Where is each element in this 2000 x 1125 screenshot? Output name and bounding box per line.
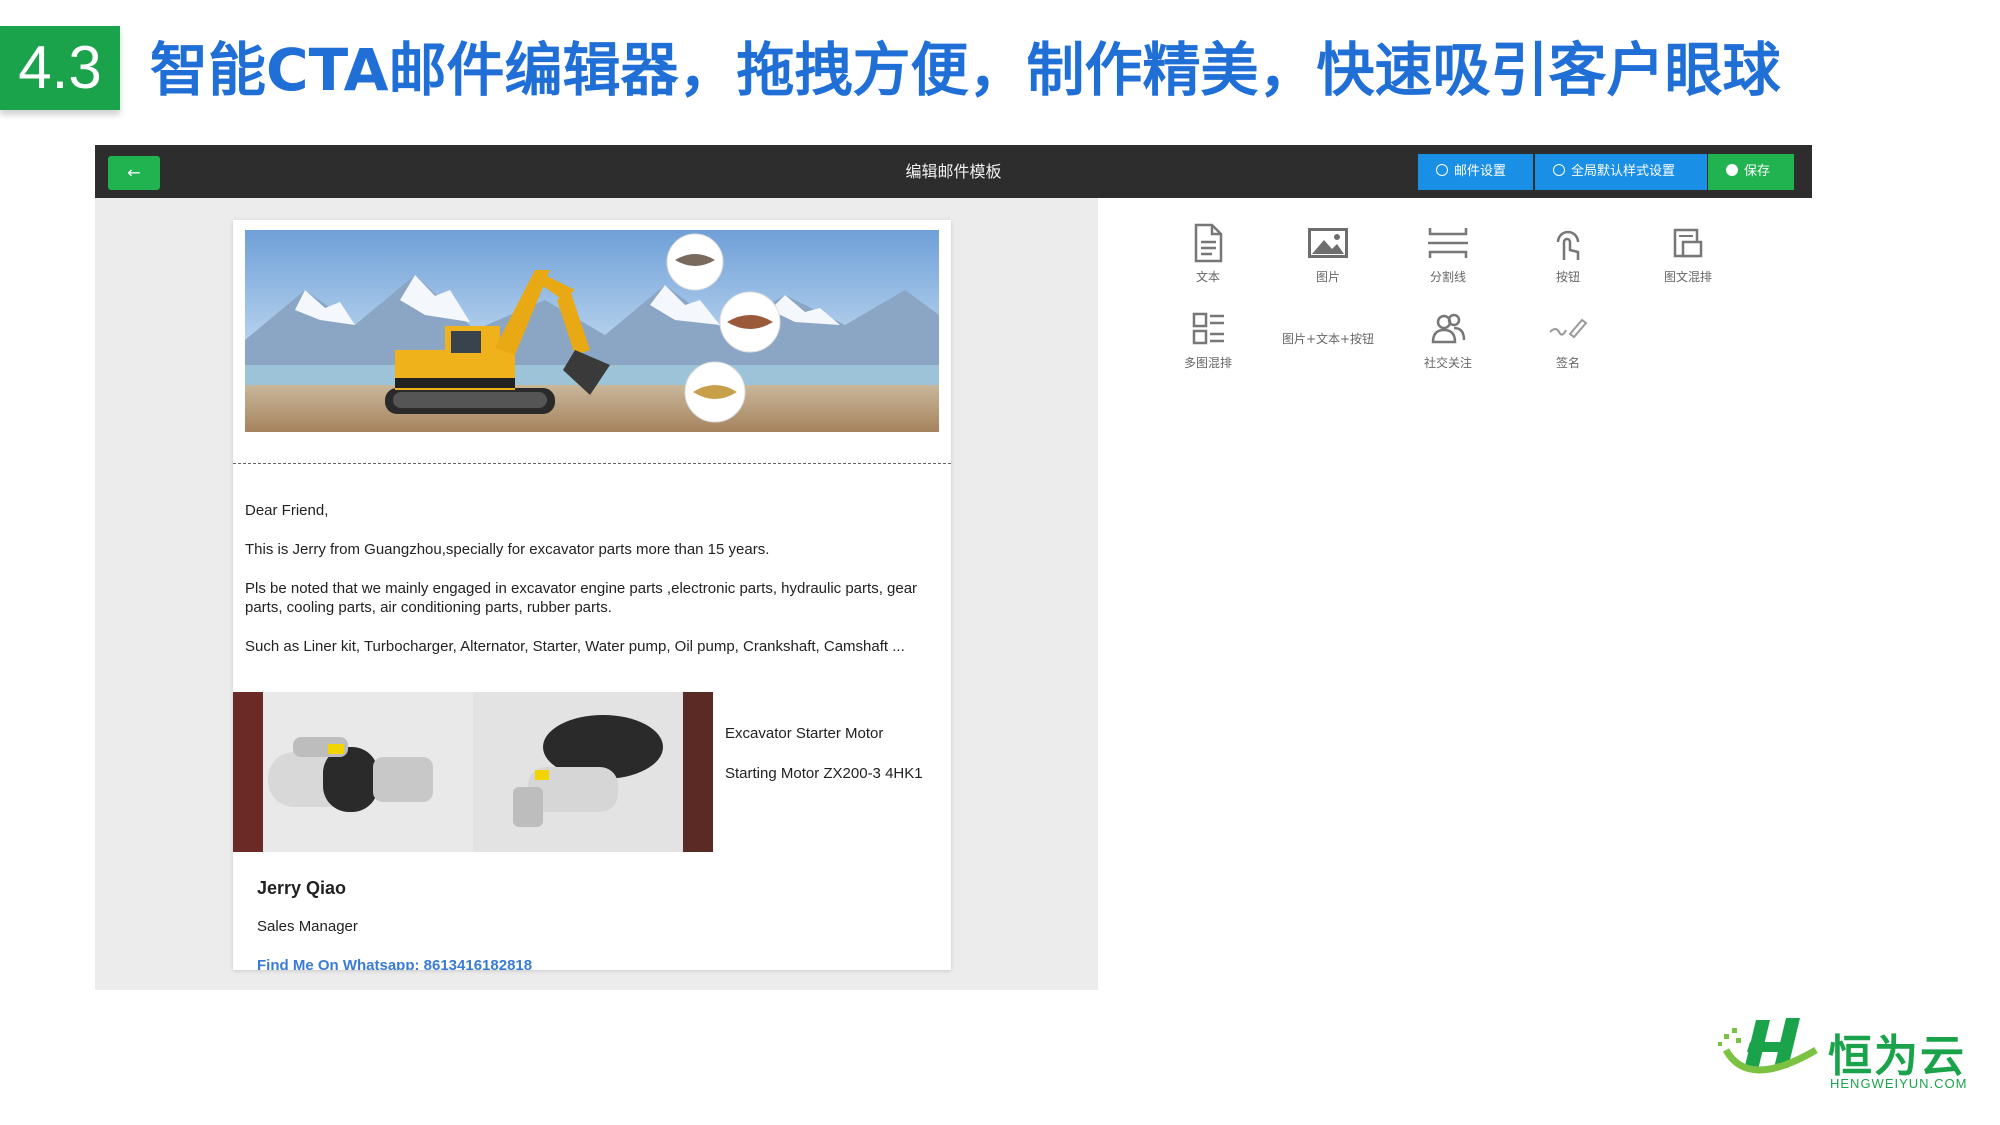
component-multi-image[interactable]: 多图混排 <box>1158 308 1258 370</box>
section-number-badge: 4.3 <box>0 26 120 110</box>
settings-icon <box>1553 164 1565 176</box>
logo-mark-icon <box>1718 1018 1818 1074</box>
logo-domain: HENGWEIYUN.COM <box>1830 1076 1968 1091</box>
email-editor-window: ← 编辑邮件模板 邮件设置 全局默认样式设置 保存 Dear Friend, T… <box>95 145 1812 990</box>
global-style-label: 全局默认样式设置 <box>1571 164 1676 179</box>
save-label: 保存 <box>1744 164 1771 179</box>
component-label: 图文混排 <box>1663 270 1712 284</box>
product-image-2[interactable] <box>473 692 713 852</box>
divider-icon <box>1428 228 1468 258</box>
image-icon <box>1308 228 1348 258</box>
product-name[interactable]: Excavator Starter Motor <box>725 725 883 742</box>
editor-topbar: ← 编辑邮件模板 邮件设置 全局默认样式设置 保存 <box>95 145 1812 198</box>
document-icon <box>1194 223 1223 263</box>
image-text-icon <box>1673 228 1703 258</box>
grid-list-icon <box>1192 312 1224 345</box>
mail-settings-label: 邮件设置 <box>1454 164 1507 179</box>
signature-title[interactable]: Sales Manager <box>257 918 358 935</box>
component-button[interactable]: 按钮 <box>1518 222 1618 284</box>
logo-name: 恒为云 <box>1828 1031 1966 1082</box>
slide: 4.3 智能CTA邮件编辑器，拖拽方便，制作精美，快速吸引客户眼球 ← 编辑邮件… <box>0 0 2000 1125</box>
check-circle-icon <box>1726 164 1738 176</box>
product-image-1[interactable] <box>233 692 473 852</box>
component-label: 文本 <box>1195 270 1220 284</box>
email-preview[interactable]: Dear Friend, This is Jerry from Guangzho… <box>233 220 951 970</box>
examples-text[interactable]: Such as Liner kit, Turbocharger, Alterna… <box>245 637 935 656</box>
component-image-text[interactable]: 图文混排 <box>1638 222 1738 284</box>
component-label: 图片 <box>1315 270 1340 284</box>
component-divider[interactable]: 分割线 <box>1398 222 1498 284</box>
settings-icon <box>1436 164 1448 176</box>
product-model[interactable]: Starting Motor ZX200-3 4HK1 <box>725 764 925 783</box>
component-label: 社交关注 <box>1423 356 1472 370</box>
email-canvas: Dear Friend, This is Jerry from Guangzho… <box>95 198 1093 990</box>
global-style-button[interactable]: 全局默认样式设置 <box>1535 154 1707 190</box>
banner-image[interactable] <box>245 230 939 432</box>
component-image[interactable]: 图片 <box>1278 222 1378 284</box>
parts-text[interactable]: Pls be noted that we mainly engaged in e… <box>245 579 935 617</box>
component-image-text-button[interactable]: 图片+文本+按钮 <box>1278 332 1378 346</box>
intro-text[interactable]: This is Jerry from Guangzhou,specially f… <box>245 540 935 559</box>
whatsapp-link[interactable]: Find Me On Whatsapp: 8613416182818 <box>257 957 532 970</box>
greeting-text[interactable]: Dear Friend, <box>245 501 935 520</box>
component-text[interactable]: 文本 <box>1158 222 1258 284</box>
component-label: 图片+文本+按钮 <box>1281 332 1375 346</box>
component-label: 签名 <box>1555 356 1580 370</box>
signature-icon <box>1549 318 1588 339</box>
mail-settings-button[interactable]: 邮件设置 <box>1418 154 1533 190</box>
slide-title: 智能CTA邮件编辑器，拖拽方便，制作精美，快速吸引客户眼球 <box>150 36 1781 104</box>
component-signature[interactable]: 签名 <box>1518 308 1618 370</box>
tap-icon <box>1556 230 1580 260</box>
component-label: 按钮 <box>1555 270 1580 284</box>
component-social-follow[interactable]: 社交关注 <box>1398 308 1498 370</box>
people-icon <box>1431 313 1466 344</box>
divider-line <box>233 463 951 464</box>
component-label: 分割线 <box>1429 270 1466 284</box>
signature-name[interactable]: Jerry Qiao <box>257 878 346 899</box>
component-palette: 文本 图片 分割线 按钮 图文混排 多图混排 图片+文本+按钮 社交关注 签名 <box>1098 198 1812 990</box>
save-button[interactable]: 保存 <box>1708 154 1794 190</box>
component-label: 多图混排 <box>1183 356 1232 370</box>
